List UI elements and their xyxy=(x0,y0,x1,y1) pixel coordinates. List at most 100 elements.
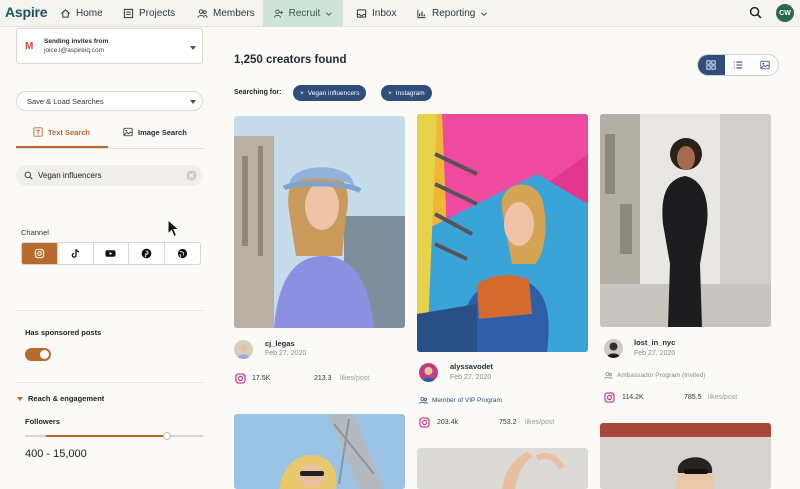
creator-username[interactable]: alyssavodet xyxy=(450,362,493,371)
follower-count: 203.4k xyxy=(437,419,459,426)
collapse-caret-icon[interactable] xyxy=(17,397,23,401)
globe-icon xyxy=(177,248,188,259)
creator-date: Feb 27, 2020 xyxy=(450,374,492,381)
likes-unit: likes/post xyxy=(525,419,555,426)
sender-account-select[interactable]: M Sending invites from joice.l@aspireiq.… xyxy=(16,28,203,64)
program-status[interactable]: Ambassador Program (Invited) xyxy=(604,371,706,380)
clear-icon[interactable] xyxy=(186,170,197,181)
mouse-cursor-icon xyxy=(167,219,181,238)
program-status-label: Ambassador Program (Invited) xyxy=(617,372,706,379)
creator-date: Feb 27, 2020 xyxy=(265,350,307,357)
dropdown-caret-icon xyxy=(190,100,196,104)
remove-chip-icon[interactable]: × xyxy=(300,90,304,97)
slider-fill xyxy=(46,435,168,437)
reach-engagement-header[interactable]: Reach & engagement xyxy=(28,394,104,403)
creator-photo-art xyxy=(600,423,771,489)
search-input[interactable]: Vegan influencers xyxy=(16,165,203,186)
filter-sidebar: M Sending invites from joice.l@aspireiq.… xyxy=(0,0,215,461)
nav-recruit[interactable]: Recruit xyxy=(263,0,343,27)
tiktok-icon xyxy=(71,249,79,258)
likes-unit: likes/post xyxy=(340,375,370,382)
followers-range-value: 400 - 15,000 xyxy=(25,448,87,460)
creator-photo-art xyxy=(417,448,588,489)
chip-label: Instagram xyxy=(395,89,425,97)
sponsored-posts-toggle[interactable] xyxy=(25,348,51,361)
tab-text-search[interactable]: Text Search xyxy=(33,127,90,137)
search-query: Vegan influencers xyxy=(38,171,102,180)
creator-photo[interactable] xyxy=(600,423,771,489)
gmail-icon: M xyxy=(25,41,34,52)
channel-instagram[interactable] xyxy=(22,243,58,264)
chevron-down-icon xyxy=(326,11,333,16)
inbox-icon xyxy=(356,9,367,18)
text-search-icon xyxy=(33,127,43,137)
nav-recruit-label: Recruit xyxy=(288,8,321,19)
tab-image-search[interactable]: Image Search xyxy=(123,127,187,137)
program-status-label: Member of VIP Program xyxy=(432,397,502,404)
chip-label: Vegan influencers xyxy=(307,89,360,97)
grid-view-button[interactable] xyxy=(698,55,725,75)
followers-label: Followers xyxy=(25,417,61,426)
likes-count: 753.2 xyxy=(499,419,517,426)
channel-pinterest[interactable] xyxy=(129,243,166,264)
channel-tiktok[interactable] xyxy=(58,243,94,264)
creator-photo-art xyxy=(234,414,405,489)
creator-photo[interactable] xyxy=(417,448,588,489)
likes-unit: likes/post xyxy=(708,394,738,401)
sender-email: joice.l@aspireiq.com xyxy=(44,47,105,54)
channel-label: Channel xyxy=(21,228,49,237)
results-count: 1,250 creators found xyxy=(234,54,347,66)
nav-inbox[interactable]: Inbox xyxy=(356,0,396,27)
active-tab-indicator xyxy=(16,146,108,148)
list-view-button[interactable] xyxy=(725,55,752,75)
channel-web[interactable] xyxy=(165,243,200,264)
follower-count: 17.5K xyxy=(252,375,271,382)
image-search-icon xyxy=(123,127,133,137)
creator-photo[interactable] xyxy=(417,114,588,352)
creator-photo[interactable] xyxy=(600,114,771,327)
likes-count: 785.5 xyxy=(684,394,702,401)
nav-members-label: Members xyxy=(213,8,255,19)
remove-chip-icon[interactable]: × xyxy=(388,90,392,97)
creator-photo[interactable] xyxy=(234,116,405,328)
list-icon xyxy=(733,61,743,69)
filter-chip[interactable]: × Vegan influencers xyxy=(293,85,367,101)
members-icon xyxy=(419,397,428,404)
nav-reporting[interactable]: Reporting xyxy=(416,0,488,27)
creator-username[interactable]: lost_in_nyc xyxy=(634,338,675,347)
tab-text-search-label: Text Search xyxy=(48,127,90,137)
image-view-button[interactable] xyxy=(751,55,778,75)
creator-username[interactable]: cj_legas xyxy=(265,339,295,348)
creator-date: Feb 27, 2020 xyxy=(634,350,676,357)
save-load-label: Save & Load Searches xyxy=(27,97,104,106)
creator-avatar[interactable] xyxy=(234,340,253,359)
dropdown-caret-icon xyxy=(190,46,196,50)
creator-photo-art xyxy=(234,116,405,328)
save-load-searches-select[interactable]: Save & Load Searches xyxy=(16,91,203,111)
tab-image-search-label: Image Search xyxy=(138,127,187,137)
instagram-icon xyxy=(419,417,430,428)
instagram-icon xyxy=(235,373,246,384)
search-icon[interactable] xyxy=(749,6,762,19)
sponsored-posts-label: Has sponsored posts xyxy=(25,328,102,337)
creator-avatar[interactable] xyxy=(419,363,438,382)
creator-photo[interactable] xyxy=(234,414,405,489)
section-divider xyxy=(16,310,203,311)
nav-inbox-label: Inbox xyxy=(372,8,397,19)
creator-photo-art xyxy=(417,114,588,352)
searching-for-label: Searching for: xyxy=(234,89,282,96)
members-icon xyxy=(604,372,613,379)
followers-range-slider[interactable] xyxy=(25,432,203,440)
user-avatar[interactable]: CW xyxy=(776,4,794,22)
recruit-icon xyxy=(273,9,284,18)
program-status[interactable]: Member of VIP Program xyxy=(419,396,502,405)
creator-avatar[interactable] xyxy=(604,339,623,358)
nav-reporting-label: Reporting xyxy=(432,8,476,19)
filter-chip[interactable]: × Instagram xyxy=(381,85,432,101)
slider-handle-max[interactable] xyxy=(163,432,172,440)
channel-youtube[interactable] xyxy=(94,243,130,264)
follower-count: 114.2K xyxy=(622,394,644,401)
search-mode-tabs: Text Search Image Search xyxy=(16,120,203,149)
grid-icon xyxy=(706,60,716,70)
search-icon xyxy=(24,171,33,180)
